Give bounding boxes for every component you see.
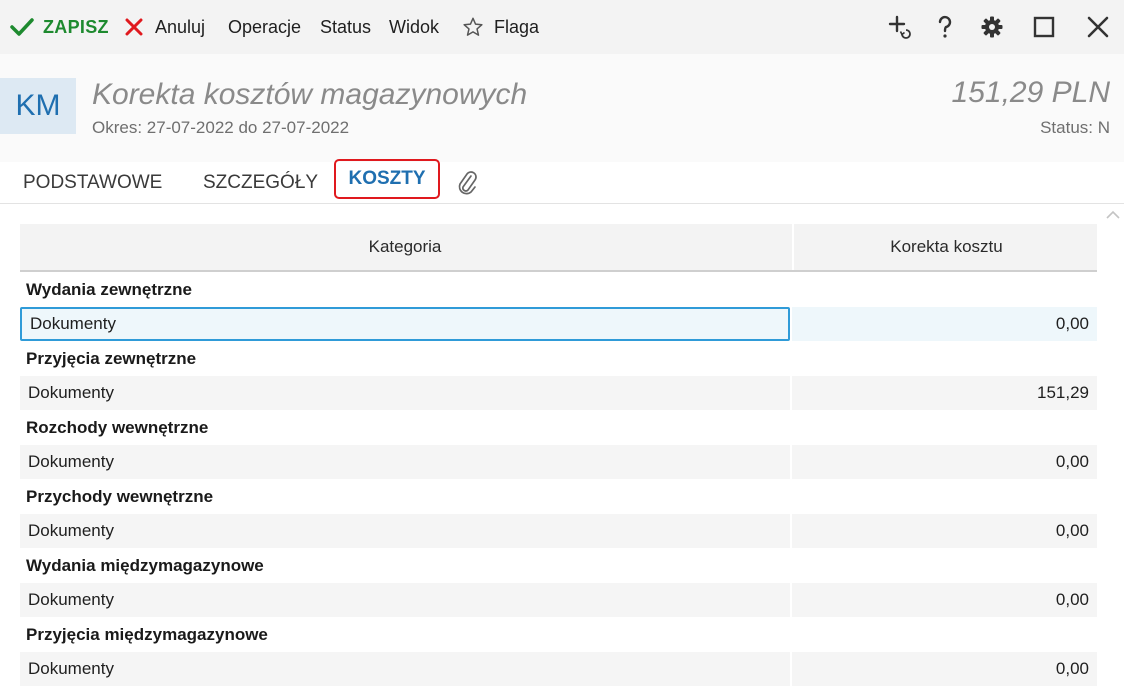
column-header-correction[interactable]: Korekta kosztu xyxy=(792,224,1099,270)
settings-button[interactable] xyxy=(972,0,1012,54)
table-row[interactable]: Dokumenty 0,00 xyxy=(20,652,1097,686)
cancel-label: Anuluj xyxy=(155,16,206,37)
tab-basic[interactable]: PODSTAWOWE xyxy=(23,162,162,203)
table-header: Kategoria Korekta kosztu xyxy=(20,224,1097,272)
scroll-up-icon[interactable] xyxy=(1104,208,1122,222)
page-title: Korekta kosztów magazynowych xyxy=(92,78,528,111)
status-badge: Status: N xyxy=(1040,118,1110,137)
column-header-category[interactable]: Kategoria xyxy=(20,224,790,270)
correction-cell[interactable]: 0,00 xyxy=(792,652,1097,686)
help-button[interactable] xyxy=(925,0,965,54)
tab-attachments[interactable] xyxy=(455,162,479,203)
close-icon xyxy=(1087,16,1109,38)
flag-label: Flaga xyxy=(494,16,540,37)
table-row[interactable]: Dokumenty 0,00 xyxy=(20,445,1097,479)
correction-cell[interactable]: 0,00 xyxy=(792,583,1097,617)
operations-label: Operacje xyxy=(228,16,302,37)
table-row[interactable]: Dokumenty 0,00 xyxy=(20,307,1097,341)
save-button[interactable]: ZAPISZ xyxy=(10,0,109,54)
costs-table: Kategoria Korekta kosztu Wydania zewnętr… xyxy=(20,224,1097,686)
category-cell[interactable]: Dokumenty xyxy=(20,514,790,548)
correction-cell[interactable]: 0,00 xyxy=(792,307,1097,341)
add-refresh-button[interactable] xyxy=(880,0,920,54)
view-label: Widok xyxy=(389,16,440,37)
correction-cell[interactable]: 0,00 xyxy=(792,514,1097,548)
star-icon xyxy=(463,17,483,36)
category-cell[interactable]: Dokumenty xyxy=(20,583,790,617)
correction-cell[interactable]: 151,29 xyxy=(792,376,1097,410)
group-header: Przyjęcia zewnętrzne xyxy=(20,341,1097,376)
group-header: Przychody wewnętrzne xyxy=(20,479,1097,514)
close-x-icon xyxy=(125,18,143,36)
toolbar: ZAPISZ Anuluj Operacje Status Widok Flag… xyxy=(0,0,1124,54)
group-header: Wydania zewnętrzne xyxy=(20,272,1097,307)
check-icon xyxy=(10,18,34,36)
operations-menu[interactable]: Operacje xyxy=(228,0,301,54)
cancel-button[interactable]: Anuluj xyxy=(124,0,205,54)
save-label: ZAPISZ xyxy=(43,16,109,37)
table-row[interactable]: Dokumenty 0,00 xyxy=(20,583,1097,617)
paperclip-icon xyxy=(458,170,477,194)
category-cell[interactable]: Dokumenty xyxy=(20,376,790,410)
document-type-badge: KM xyxy=(0,78,76,134)
document-header: KM Korekta kosztów magazynowych Okres: 2… xyxy=(0,54,1124,162)
tab-costs[interactable]: KOSZTY xyxy=(334,159,440,199)
document-period: Okres: 27-07-2022 do 27-07-2022 xyxy=(92,118,350,137)
table-row[interactable]: Dokumenty 151,29 xyxy=(20,376,1097,410)
add-refresh-icon xyxy=(888,15,911,39)
group-header: Rozchody wewnętrzne xyxy=(20,410,1097,445)
group-header: Przyjęcia międzymagazynowe xyxy=(20,617,1097,652)
group-header: Wydania międzymagazynowe xyxy=(20,548,1097,583)
category-cell[interactable]: Dokumenty xyxy=(20,307,790,341)
status-menu[interactable]: Status xyxy=(320,0,371,54)
category-cell[interactable]: Dokumenty xyxy=(20,445,790,479)
help-icon xyxy=(938,15,952,38)
tab-details[interactable]: SZCZEGÓŁY xyxy=(203,162,318,203)
table-row[interactable]: Dokumenty 0,00 xyxy=(20,514,1097,548)
flag-button[interactable]: Flaga xyxy=(462,0,539,54)
status-label: Status xyxy=(320,16,372,37)
maximize-icon xyxy=(1033,16,1055,38)
maximize-button[interactable] xyxy=(1024,0,1064,54)
document-amount: 151,29 PLN xyxy=(951,76,1110,109)
gear-icon xyxy=(981,16,1003,38)
correction-cell[interactable]: 0,00 xyxy=(792,445,1097,479)
category-cell[interactable]: Dokumenty xyxy=(20,652,790,686)
close-window-button[interactable] xyxy=(1078,0,1118,54)
view-menu[interactable]: Widok xyxy=(389,0,439,54)
tab-bar: PODSTAWOWE SZCZEGÓŁY KOSZTY xyxy=(0,159,1124,204)
